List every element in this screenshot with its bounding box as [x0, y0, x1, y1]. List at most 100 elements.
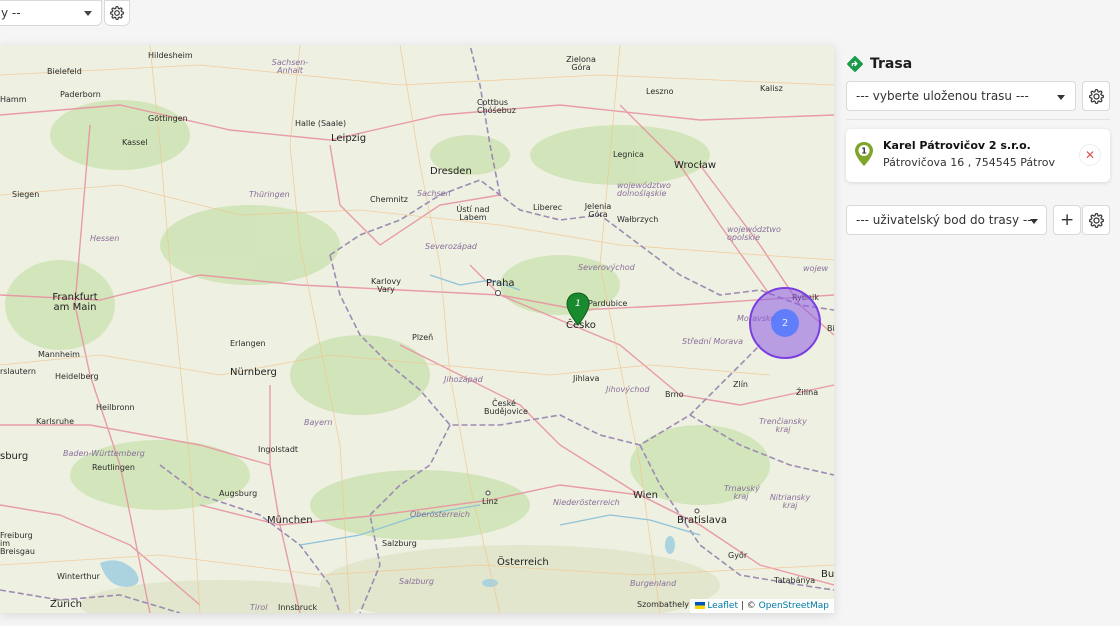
point-settings-button[interactable]: [1082, 205, 1110, 235]
map-label: Augsburg: [219, 489, 258, 498]
gear-icon: [1088, 212, 1104, 228]
divider: [846, 119, 1110, 120]
waypoint-address: Pátrovičova 16 , 754545 Pátrov: [883, 156, 1055, 169]
map-label: województwo dolnośląskie: [617, 181, 671, 198]
user-point-row: --- uživatelský bod do trasy --- +: [846, 205, 1110, 235]
remove-waypoint-button[interactable]: ✕: [1079, 144, 1101, 166]
map-label: Thüringen: [249, 190, 290, 199]
waypoint-number: 1: [861, 147, 867, 156]
map-label: Bayern: [304, 418, 333, 427]
ukraine-flag-icon: [695, 602, 706, 609]
map-label: Winterthur: [57, 572, 100, 581]
map-label: Reutlingen: [92, 463, 135, 472]
map-label: Cottbus Chóśebuz: [477, 98, 516, 115]
top-select[interactable]: y --: [0, 0, 102, 26]
add-point-button[interactable]: +: [1053, 205, 1082, 235]
user-point-select-value: --- uživatelský bod do trasy ---: [856, 213, 1036, 227]
map-label: Nitriansky kraj: [769, 493, 811, 510]
map-label: Trenčiansky kraj: [759, 417, 807, 434]
route-settings-button[interactable]: [1082, 81, 1110, 111]
map-label: Paderborn: [60, 90, 101, 99]
map-label: Heidelberg: [55, 372, 99, 381]
map-label: Jihovýchod: [606, 385, 650, 394]
panel-title-text: Trasa: [870, 56, 913, 72]
map-label: Innsbruck: [278, 603, 318, 612]
map-label: rslautern: [0, 367, 36, 376]
map-label: wojew: [803, 264, 829, 273]
osm-link[interactable]: OpenStreetMap: [759, 601, 829, 611]
waypoint-card[interactable]: 1 Karel Pátrovičov 2 s.r.o. Pátrovičova …: [846, 129, 1110, 182]
map-label: Frankfurt am Main: [52, 292, 98, 313]
map-label: Ústí nad Labem: [456, 205, 490, 222]
cluster-count: 2: [771, 309, 799, 337]
map-label: Siegen: [12, 190, 40, 199]
chevron-down-icon: [1030, 219, 1039, 224]
map-label: Göttingen: [148, 114, 188, 123]
map-label: Salzburg: [382, 539, 417, 548]
map-label: Leipzig: [331, 133, 367, 144]
map-label: Trnavský kraj: [724, 484, 760, 501]
map-background: [0, 45, 834, 613]
map-label: Severovýchod: [578, 263, 635, 272]
map-label: Jihozápad: [444, 375, 483, 384]
waypoint-pin-icon: 1: [855, 142, 873, 166]
map-label: Severozápad: [425, 242, 477, 251]
map-label: Nürnberg: [230, 367, 277, 378]
top-settings-button[interactable]: [104, 0, 130, 26]
route-sign-icon: [847, 56, 863, 72]
saved-route-select-value: --- vyberte uloženou trasu ---: [856, 89, 1029, 103]
panel-title: Trasa: [846, 54, 1110, 74]
route-select-row: --- vyberte uloženou trasu ---: [846, 81, 1110, 111]
map-label: Wrocław: [674, 160, 717, 171]
leaflet-link[interactable]: Leaflet: [707, 601, 738, 611]
map-label: Žilina: [796, 388, 819, 397]
map-label: Ingolstadt: [258, 445, 299, 454]
map-label: Bu: [821, 569, 834, 580]
map-label: Győr: [728, 551, 748, 560]
gear-icon: [1088, 88, 1104, 104]
gear-icon: [110, 6, 124, 20]
map-label: województwo opolskie: [727, 225, 781, 242]
map-label: Tirol: [250, 603, 268, 612]
map-label: Leszno: [646, 87, 674, 96]
map-label: Brno: [665, 390, 684, 399]
map-label: Liberec: [533, 203, 563, 212]
close-icon: ✕: [1084, 148, 1096, 162]
chevron-down-icon: [1057, 95, 1065, 100]
map-label: Střední Morava: [682, 337, 743, 346]
route-marker-number: 1: [575, 299, 581, 309]
map-label: Hildesheim: [148, 51, 193, 60]
map-label: Legnica: [613, 150, 644, 159]
map-label: Halle (Saale): [295, 119, 347, 128]
map-label: Sachsen: [417, 189, 451, 198]
map-label: sburg: [0, 451, 29, 462]
map-label: České Budějovice: [484, 399, 528, 416]
map-label: Freiburg im Breisgau: [0, 531, 35, 556]
map[interactable]: Bielefeld Hildesheim Sachsen-Anhalt Pade…: [0, 45, 834, 613]
map-label: Baden-Württemberg: [63, 449, 145, 458]
marker-cluster[interactable]: 2: [749, 287, 821, 359]
map-label: Niederösterreich: [553, 498, 620, 507]
map-label: Bratislava: [677, 515, 727, 526]
route-marker[interactable]: 1: [566, 292, 590, 326]
chevron-down-icon: [84, 11, 92, 16]
top-select-value: y --: [1, 6, 21, 20]
map-label: Pardubice: [588, 299, 628, 308]
user-point-select[interactable]: --- uživatelský bod do trasy ---: [846, 205, 1048, 235]
map-label: München: [267, 515, 313, 526]
map-label: Kassel: [122, 138, 148, 147]
map-label: Szombathely: [637, 600, 690, 609]
saved-route-select[interactable]: --- vyberte uloženou trasu ---: [846, 81, 1076, 111]
map-label: Sachsen-Anhalt: [271, 58, 309, 75]
map-pin-icon: 1: [566, 292, 590, 326]
map-label: Salzburg: [399, 577, 434, 586]
map-label: Zürich: [50, 599, 82, 610]
map-label: Zlín: [733, 380, 748, 389]
map-label: Dresden: [430, 166, 472, 177]
map-label: Kalisz: [760, 84, 783, 93]
map-label: Erlangen: [230, 339, 266, 348]
map-label: Tatabánya: [774, 576, 816, 585]
map-label: Burgenland: [630, 579, 677, 588]
map-label: Plzeň: [412, 333, 434, 342]
map-label: Wien: [633, 490, 658, 501]
